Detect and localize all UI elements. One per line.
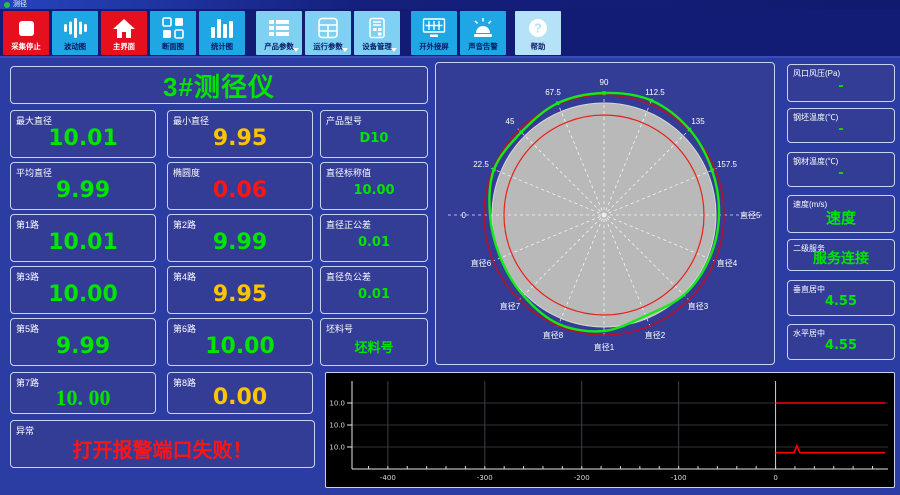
svg-text:-200: -200 [574,474,590,482]
center-point [601,212,607,218]
svg-text:0: 0 [462,211,467,220]
toolbar-button-wave-chart[interactable]: 波动图 [52,11,98,55]
field-billet-no: 坯料号 坯料号 [320,318,428,366]
device-icon [354,16,400,40]
field-channel-7: 第7路 10. 00 [10,372,156,414]
svg-text:67.5: 67.5 [545,88,561,97]
svg-text:0: 0 [773,474,777,482]
grid-views-icon [150,16,196,40]
svg-text:10.0: 10.0 [329,444,345,452]
svg-text:直径3: 直径3 [688,301,709,311]
svg-text:45: 45 [506,117,515,126]
trend-series [775,402,886,454]
toolbar-button-sound-alarm[interactable]: 声音告警 [460,11,506,55]
svg-text:10.0: 10.0 [329,422,345,430]
gauge-title-panel: 3#测径仪 [10,66,428,104]
titlebar: 测径 [0,0,900,9]
toolbar-button-main-screen[interactable]: 主界面 [101,11,147,55]
svg-text:直径8: 直径8 [543,330,564,340]
trend-axis-labels: 10.0 10.0 10.0 -400 -300 -200 -100 0 [329,400,777,483]
svg-text:直径7: 直径7 [500,301,521,311]
field-min-diameter: 最小直径 9.95 [167,110,313,158]
panel-horizontal-center: 水平居中 4.55 [787,324,895,360]
alarm-siren-icon [460,16,506,40]
panel-speed: 速度(m/s) 速度 [787,195,895,233]
table-icon [305,16,351,40]
field-plus-tolerance: 直径正公差 0.01 [320,214,428,262]
toolbar-button-statistics-chart[interactable]: 统计图 [199,11,245,55]
dropdown-caret-icon [293,48,299,52]
svg-text:-300: -300 [477,474,493,482]
toolbar-button-section-view[interactable]: 断面图 [150,11,196,55]
svg-text:直径1: 直径1 [594,342,615,352]
panel-billet-temp: 钢坯温度(℃) - [787,108,895,143]
list-icon [256,16,302,40]
toolbar-button-product-params[interactable]: 产品参数 [256,11,302,55]
svg-text:-400: -400 [380,474,396,482]
svg-text:10.0: 10.0 [329,400,345,408]
help-icon: ? [515,16,561,40]
field-ovality: 椭圆度 0.06 [167,162,313,210]
trend-chart: 10.0 10.0 10.0 -400 -300 -200 -100 0 [325,372,895,488]
panel-l2-service: 二级服务 服务连接 [787,239,895,271]
panel-air-pressure: 风口风压(Pa) - [787,64,895,102]
waveform-icon [52,16,98,40]
svg-text:直径5: 直径5 [740,210,761,220]
toolbar-button-run-params[interactable]: 运行参数 [305,11,351,55]
svg-text:112.5: 112.5 [645,88,665,97]
svg-text:?: ? [534,21,542,36]
toolbar: 采集停止 波动图 主界面 断面图 统计图 产品参数 运行参数 设备管理 开外接屏… [0,9,900,58]
external-screen-icon [411,16,457,40]
field-channel-8: 第8路 0.00 [167,372,313,414]
svg-text:直径2: 直径2 [645,330,666,340]
toolbar-button-stop-capture[interactable]: 采集停止 [3,11,49,55]
field-channel-4: 第4路 9.95 [167,266,313,314]
svg-text:直径4: 直径4 [717,258,738,268]
svg-text:135: 135 [691,117,705,126]
alarm-message: 打开报警端口失败！ [72,440,253,462]
bar-chart-icon [199,16,245,40]
gauge-title: 3#测径仪 [163,71,275,102]
field-channel-1: 第1路 10.01 [10,214,156,262]
field-minus-tolerance: 直径负公差 0.01 [320,266,428,314]
trend-gridlines [347,381,888,469]
field-channel-6: 第6路 10.00 [167,318,313,366]
dropdown-caret-icon [391,48,397,52]
svg-text:90: 90 [600,78,609,87]
svg-text:直径6: 直径6 [471,258,492,268]
svg-text:157.5: 157.5 [717,160,738,169]
cross-section-chart: 0 22.5 45 67.5 90 112.5 135 157.5 直径5 直径… [435,62,775,365]
toolbar-button-help[interactable]: ? 帮助 [515,11,561,55]
app-icon [4,1,10,8]
svg-text:22.5: 22.5 [473,160,489,169]
toolbar-button-device-manage[interactable]: 设备管理 [354,11,400,55]
field-max-diameter: 最大直径 10.01 [10,110,156,158]
panel-steel-temp: 钢材温度(℃) - [787,152,895,187]
svg-text:-100: -100 [671,474,687,482]
field-avg-diameter: 平均直径 9.99 [10,162,156,210]
stop-icon [3,16,49,40]
field-channel-5: 第5路 9.99 [10,318,156,366]
field-nominal-diameter: 直径标称值 10.00 [320,162,428,210]
field-product-model: 产品型号 D10 [320,110,428,158]
home-icon [101,16,147,40]
field-channel-2: 第2路 9.99 [167,214,313,262]
field-channel-3: 第3路 10.00 [10,266,156,314]
window-title: 测径 [13,1,27,8]
dropdown-caret-icon [342,48,348,52]
alarm-panel: 异常 打开报警端口失败！ [10,420,315,468]
toolbar-button-external-screen[interactable]: 开外接屏 [411,11,457,55]
panel-vertical-center: 垂直居中 4.55 [787,280,895,316]
